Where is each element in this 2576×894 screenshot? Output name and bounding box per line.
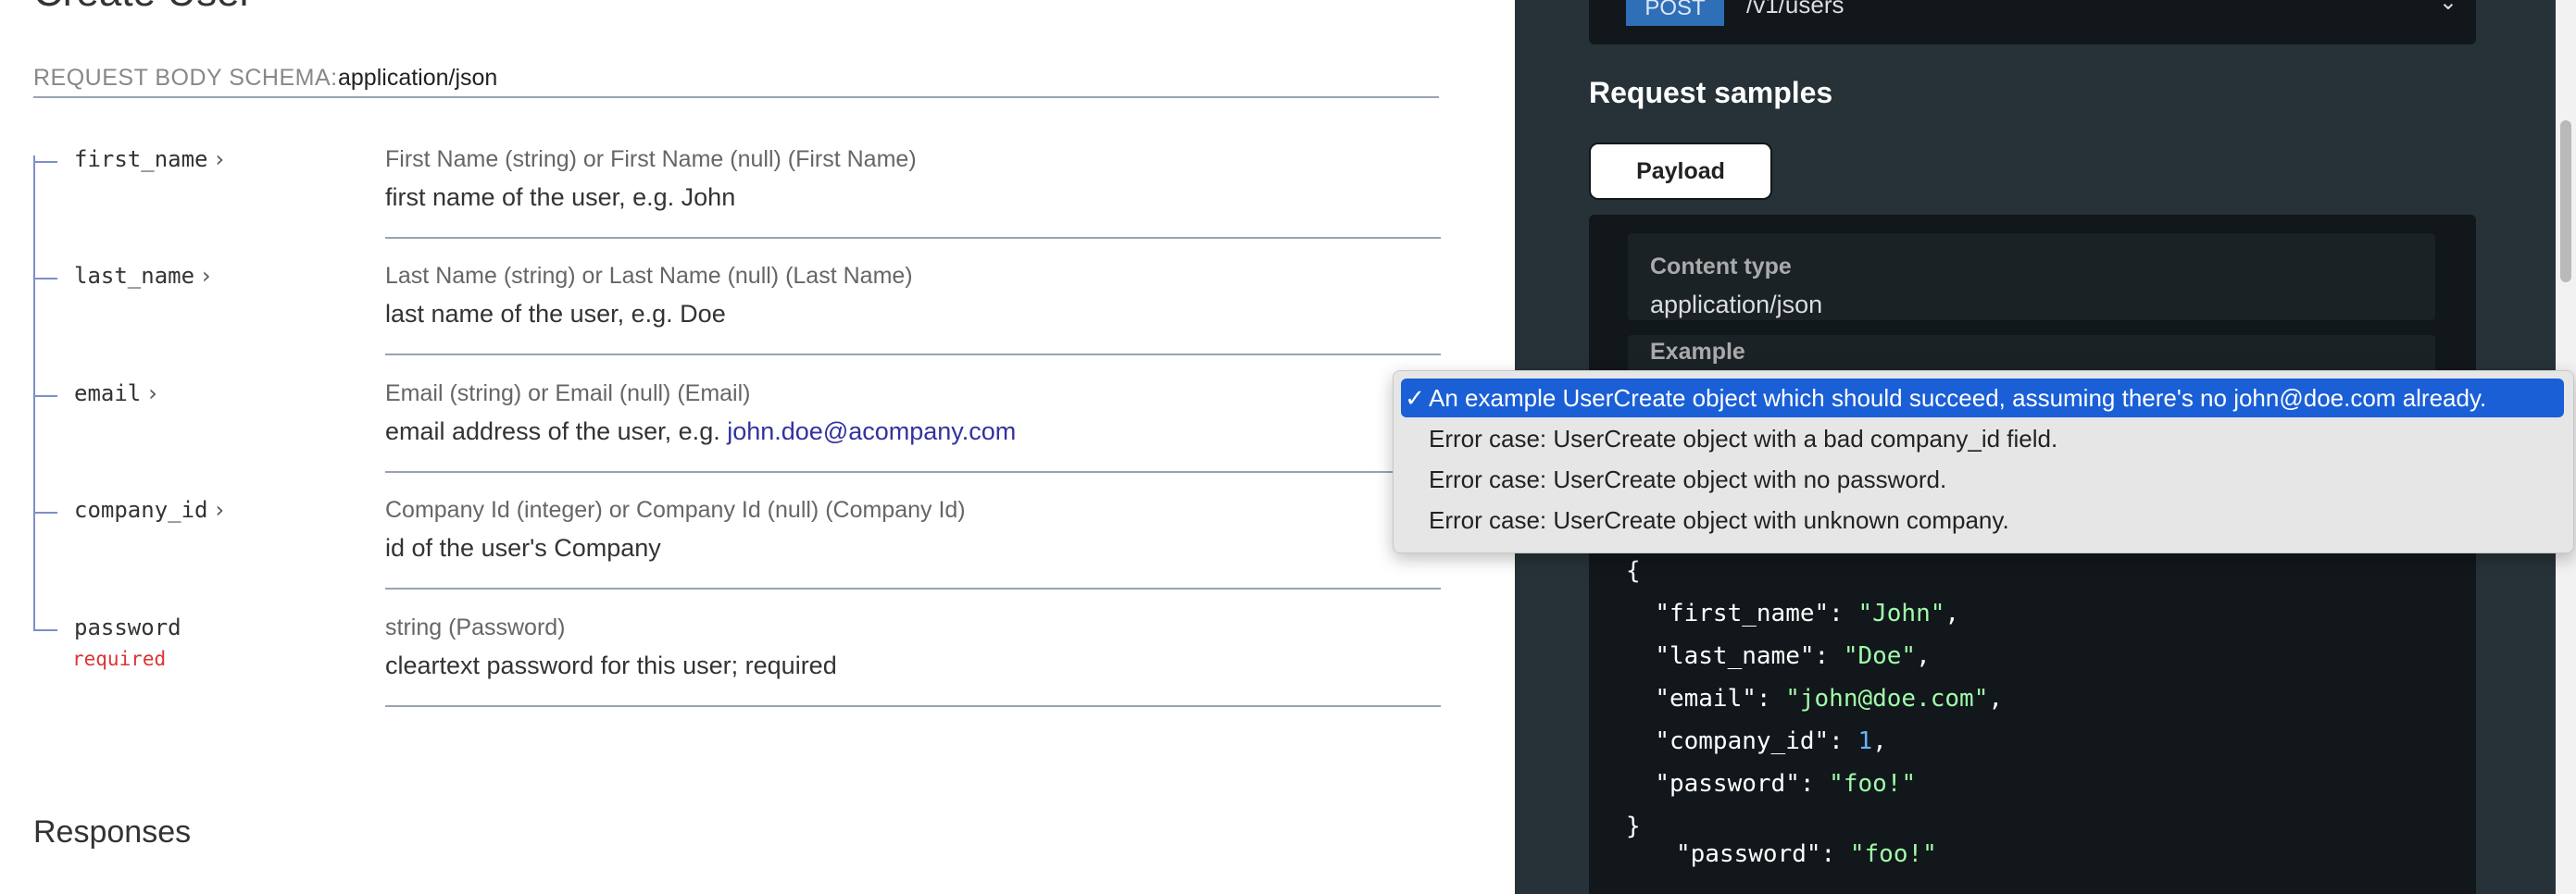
property-description: email address of the user, e.g. john.doe… [385, 417, 1016, 446]
code-comma: , [1988, 685, 2004, 713]
chevron-right-icon: › [215, 497, 225, 523]
request-body-schema-header: REQUEST BODY SCHEMA: application/json [33, 63, 1439, 98]
schema-content-type: application/json [338, 65, 498, 91]
property-name-toggle[interactable]: first_name › [74, 146, 224, 172]
schema-label: REQUEST BODY SCHEMA: [33, 65, 338, 91]
property-description: cleartext password for this user; requir… [385, 652, 837, 679]
example-label: Example [1650, 339, 1745, 365]
code-value: "john@doe.com" [1785, 685, 1989, 713]
property-type: Company Id (integer) or Company Id (null… [385, 497, 966, 523]
tree-branch [33, 161, 57, 163]
schema-panel: Create User REQUEST BODY SCHEMA: applica… [0, 0, 1515, 894]
code-key: "email" [1655, 685, 1757, 713]
option-label: An example UserCreate object which shoul… [1429, 384, 2487, 412]
code-key: "password" [1676, 840, 1821, 868]
property-description: first name of the user, e.g. John [385, 183, 736, 211]
tab-payload[interactable]: Payload [1589, 143, 1772, 200]
scrollbar-thumb[interactable] [2560, 120, 2571, 282]
property-divider [385, 471, 1441, 473]
property-divider [385, 354, 1441, 355]
dropdown-option-success[interactable]: ✓ An example UserCreate object which shou… [1401, 379, 2564, 417]
content-type-label: Content type [1650, 254, 1792, 279]
page-title: Create User [33, 0, 253, 13]
tree-branch [33, 278, 57, 279]
code-line: "email": "john@doe.com", [1655, 685, 2004, 713]
tree-tick [33, 390, 35, 403]
email-example-link[interactable]: john.doe@acompany.com [727, 417, 1016, 445]
code-value: "Doe" [1843, 642, 1917, 670]
chevron-down-icon: ⌄ [2438, 0, 2457, 15]
description-text: email address of the user, e.g. [385, 417, 728, 445]
tree-branch [33, 395, 57, 397]
example-dropdown-menu: ✓ An example UserCreate object which shou… [1393, 370, 2574, 553]
option-label: Error case: UserCreate object with no pa… [1429, 466, 1947, 493]
property-divider [385, 237, 1441, 239]
code-key: "company_id" [1655, 727, 1830, 755]
code-comma: , [1916, 642, 1931, 670]
sample-panel: Content type application/json Example { … [1589, 215, 2476, 894]
property-name-toggle[interactable]: last_name › [74, 263, 211, 289]
required-badge: required [72, 648, 167, 670]
code-value: "John" [1857, 600, 1945, 627]
code-line: "last_name": "Doe", [1655, 642, 1931, 670]
chevron-right-icon: › [202, 263, 211, 289]
responses-heading: Responses [33, 814, 192, 850]
code-key: "password" [1655, 770, 1800, 798]
code-line: "first_name": "John", [1655, 600, 1960, 627]
property-name: last_name [74, 263, 195, 289]
code-value: "foo!" [1829, 770, 1917, 798]
code-value: "foo!" [1849, 840, 1937, 868]
content-type-value: application/json [1650, 291, 1823, 318]
property-name: company_id [74, 497, 208, 523]
option-label: Error case: UserCreate object with a bad… [1429, 425, 2058, 453]
property-type: Last Name (string) or Last Name (null) (… [385, 263, 913, 289]
endpoint-path: /v1/users [1746, 0, 1844, 19]
json-code-sample: { "first_name": "John", "last_name": "Do… [1626, 550, 2003, 848]
code-key: "last_name" [1655, 642, 1815, 670]
content-type-box: Content type application/json [1628, 233, 2435, 320]
code-key: "first_name" [1655, 600, 1830, 627]
code-line: "password": "foo!" [1655, 770, 1917, 798]
option-label: Error case: UserCreate object with unkno… [1429, 506, 2009, 534]
code-comma: , [1872, 727, 1887, 755]
property-divider [385, 705, 1441, 707]
property-description: last name of the user, e.g. Doe [385, 300, 726, 328]
property-type: First Name (string) or First Name (null)… [385, 146, 917, 172]
property-name: password [74, 615, 181, 640]
dropdown-option-unknown-company[interactable]: Error case: UserCreate object with unkno… [1401, 501, 2564, 540]
request-samples-title: Request samples [1589, 76, 1833, 109]
checkmark-icon: ✓ [1405, 385, 1425, 413]
property-divider [385, 588, 1441, 590]
property-description: id of the user's Company [385, 534, 661, 562]
chevron-right-icon: › [215, 146, 225, 172]
code-comma: , [1945, 600, 1960, 627]
code-overflow-line: "password": "foo!" [1676, 840, 1937, 868]
property-name: email [74, 380, 142, 406]
code-value: 1 [1857, 727, 1873, 755]
property-type: string (Password) [385, 615, 566, 640]
tree-branch [33, 512, 57, 514]
code-line: "company_id": 1, [1655, 727, 1887, 755]
code-brace-close: } [1626, 813, 1641, 840]
property-type: Email (string) or Email (null) (Email) [385, 380, 751, 406]
tree-tick [33, 272, 35, 285]
dropdown-option-bad-company-id[interactable]: Error case: UserCreate object with a bad… [1401, 419, 2564, 458]
tree-tick [33, 506, 35, 519]
tree-branch [33, 629, 57, 631]
http-method-badge: POST [1626, 0, 1724, 26]
tree-tick [33, 155, 35, 168]
property-name-toggle[interactable]: email › [74, 380, 157, 406]
dropdown-option-no-password[interactable]: Error case: UserCreate object with no pa… [1401, 460, 2564, 499]
chevron-right-icon: › [148, 380, 157, 406]
property-name: first_name [74, 146, 208, 172]
code-brace-open: { [1626, 557, 1641, 585]
property-name-toggle[interactable]: company_id › [74, 497, 224, 523]
endpoint-selector[interactable]: POST /v1/users ⌄ [1589, 0, 2476, 44]
